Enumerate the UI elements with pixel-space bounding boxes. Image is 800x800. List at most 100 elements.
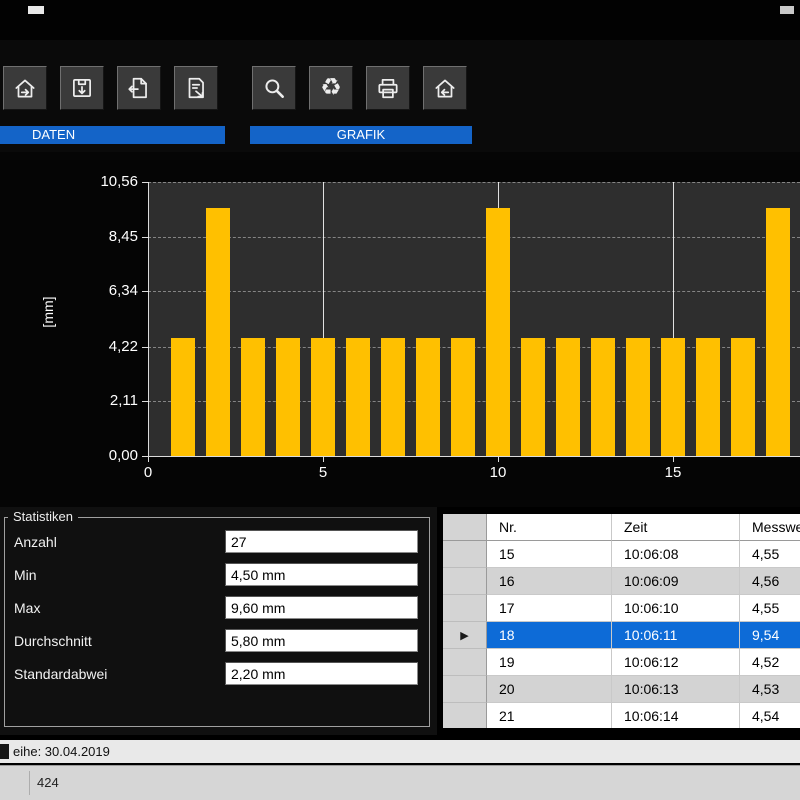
y-tick xyxy=(142,347,148,348)
min-field[interactable] xyxy=(225,563,418,586)
report-button[interactable] xyxy=(174,66,218,110)
bar xyxy=(521,338,545,456)
y-tick-label: 2,11 xyxy=(86,392,138,409)
magnifier-icon xyxy=(261,75,287,101)
cell-zeit[interactable]: 10:06:08 xyxy=(612,541,740,568)
bar xyxy=(591,338,615,456)
cell-messwert[interactable]: 4,54 xyxy=(740,703,800,728)
x-tick xyxy=(148,456,149,462)
row-selector[interactable] xyxy=(443,649,487,676)
refresh-button[interactable]: ♻ xyxy=(309,66,353,110)
cell-nr[interactable]: 20 xyxy=(487,676,612,703)
home-button[interactable] xyxy=(423,66,467,110)
title-bar-mark xyxy=(28,6,44,14)
measurements-table: Nr. Zeit Messwe 15 10:06:08 4,55 16 10:0… xyxy=(443,514,800,728)
cell-messwert[interactable]: 4,55 xyxy=(740,541,800,568)
cell-zeit[interactable]: 10:06:12 xyxy=(612,649,740,676)
y-tick-label: 4,22 xyxy=(86,338,138,355)
table-row[interactable]: 15 10:06:08 4,55 xyxy=(443,541,800,568)
row-selector-current[interactable]: ▶ xyxy=(443,622,487,649)
export-button[interactable] xyxy=(117,66,161,110)
column-header-messwert[interactable]: Messwe xyxy=(740,514,800,541)
bar xyxy=(696,338,720,456)
row-selector[interactable] xyxy=(443,703,487,728)
x-tick xyxy=(323,456,324,462)
cell-nr[interactable]: 17 xyxy=(487,595,612,622)
cell-messwert[interactable]: 4,55 xyxy=(740,595,800,622)
chart-area: [mm] 0,002,114,226,348,4510,56051015 xyxy=(0,152,800,507)
table-row[interactable]: 21 10:06:14 4,54 xyxy=(443,703,800,728)
status-bar-mark xyxy=(0,744,9,759)
x-tick-label: 5 xyxy=(319,464,327,481)
cell-messwert[interactable]: 4,52 xyxy=(740,649,800,676)
table-row[interactable]: 17 10:06:10 4,55 xyxy=(443,595,800,622)
anzahl-label: Anzahl xyxy=(14,534,57,550)
anzahl-field[interactable] xyxy=(225,530,418,553)
table-header-gutter[interactable] xyxy=(443,514,487,541)
document-export-icon xyxy=(183,75,209,101)
cell-zeit[interactable]: 10:06:09 xyxy=(612,568,740,595)
row-selector[interactable] xyxy=(443,676,487,703)
y-tick xyxy=(142,291,148,292)
bottom-bar-separator xyxy=(29,771,30,795)
y-tick-label: 8,45 xyxy=(86,228,138,245)
cell-zeit[interactable]: 10:06:13 xyxy=(612,676,740,703)
house-arrow-icon xyxy=(432,75,458,101)
cell-nr[interactable]: 16 xyxy=(487,568,612,595)
min-label: Min xyxy=(14,567,37,583)
x-tick-label: 10 xyxy=(490,464,507,481)
table-row-selected[interactable]: ▶ 18 10:06:11 9,54 xyxy=(443,622,800,649)
max-label: Max xyxy=(14,600,40,616)
zoom-button[interactable] xyxy=(252,66,296,110)
table-row[interactable]: 20 10:06:13 4,53 xyxy=(443,676,800,703)
row-selector[interactable] xyxy=(443,568,487,595)
x-tick-label: 15 xyxy=(665,464,682,481)
y-tick xyxy=(142,182,148,183)
cell-nr[interactable]: 15 xyxy=(487,541,612,568)
house-arrow-icon xyxy=(12,75,38,101)
y-tick-label: 6,34 xyxy=(86,282,138,299)
cell-zeit[interactable]: 10:06:14 xyxy=(612,703,740,728)
table-row[interactable]: 19 10:06:12 4,52 xyxy=(443,649,800,676)
y-axis-title: [mm] xyxy=(40,290,56,334)
save-button[interactable] xyxy=(60,66,104,110)
durchschnitt-label: Durchschnitt xyxy=(14,633,92,649)
cell-messwert[interactable]: 9,54 xyxy=(740,622,800,649)
cell-messwert[interactable]: 4,53 xyxy=(740,676,800,703)
x-tick-label: 0 xyxy=(144,464,152,481)
gridline-h xyxy=(148,182,800,183)
bar xyxy=(731,338,755,456)
y-tick-label: 0,00 xyxy=(86,447,138,464)
bar xyxy=(486,208,510,456)
recycle-icon: ♻ xyxy=(320,76,342,100)
bar xyxy=(556,338,580,456)
x-axis-line xyxy=(148,456,800,457)
max-field[interactable] xyxy=(225,596,418,619)
toolbar: ♻ DATEN GRAFIK xyxy=(0,40,800,152)
durchschnitt-field[interactable] xyxy=(225,629,418,652)
cell-zeit[interactable]: 10:06:10 xyxy=(612,595,740,622)
standardabw-field[interactable] xyxy=(225,662,418,685)
open-button[interactable] xyxy=(3,66,47,110)
bar xyxy=(276,338,300,456)
column-header-nr[interactable]: Nr. xyxy=(487,514,612,541)
standardabw-label: Standardabwei xyxy=(14,666,107,682)
bar xyxy=(241,338,265,456)
y-axis-line xyxy=(148,182,149,456)
cell-nr[interactable]: 21 xyxy=(487,703,612,728)
printer-icon xyxy=(375,75,401,101)
status-bar-text: eihe: 30.04.2019 xyxy=(13,740,110,763)
print-button[interactable] xyxy=(366,66,410,110)
row-selector[interactable] xyxy=(443,595,487,622)
title-bar xyxy=(0,0,800,40)
row-selector[interactable] xyxy=(443,541,487,568)
cell-messwert[interactable]: 4,56 xyxy=(740,568,800,595)
cell-zeit[interactable]: 10:06:11 xyxy=(612,622,740,649)
column-header-zeit[interactable]: Zeit xyxy=(612,514,740,541)
table-row[interactable]: 16 10:06:09 4,56 xyxy=(443,568,800,595)
table-header-row: Nr. Zeit Messwe xyxy=(443,514,800,541)
page-export-icon xyxy=(126,75,152,101)
x-tick xyxy=(498,456,499,462)
cell-nr[interactable]: 18 xyxy=(487,622,612,649)
cell-nr[interactable]: 19 xyxy=(487,649,612,676)
